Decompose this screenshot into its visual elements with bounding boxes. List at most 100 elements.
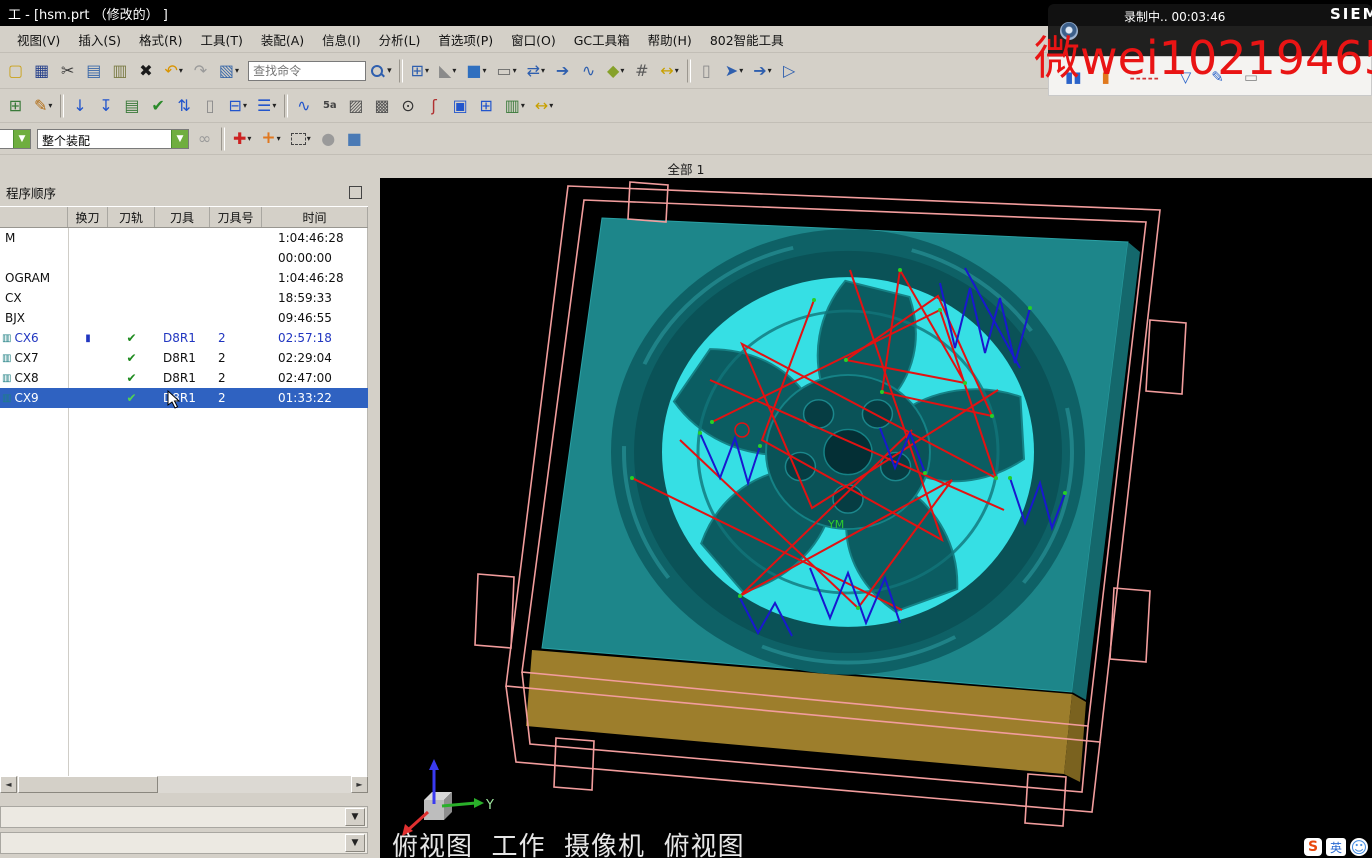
analysis-icon[interactable]: ▥ ▾ [501,93,529,119]
collapsed-panel-2[interactable]: ▼ [0,832,368,854]
verify-toolpath-icon[interactable]: ✔ [147,93,171,119]
scroll-right-icon[interactable]: ► [351,776,368,793]
measure-icon[interactable]: ↔ ▾ [656,58,682,84]
menu-item[interactable]: 分析(L) [370,27,430,52]
shaded-view-icon[interactable]: ■ ▾ [462,58,490,84]
orient-view-icon[interactable]: ⇄ ▾ [523,58,549,84]
menu-item[interactable]: 格式(R) [130,27,191,52]
operation-navigator-icon[interactable]: ⊞ [4,93,28,119]
search-input[interactable] [248,60,367,81]
datum-plane-icon[interactable]: ◣ ▾ [435,58,460,84]
circle-center-icon[interactable]: ⊙ [397,93,421,119]
menu-item[interactable]: 工具(T) [191,27,251,52]
point-add-icon[interactable]: ✚ ▾ [229,126,255,152]
copy-display-icon[interactable]: ▧ ▾ [215,58,243,84]
sogou-icon[interactable]: S [1304,838,1322,856]
generate-toolpath-icon[interactable]: ↓ [68,93,92,119]
menu-item[interactable]: 装配(A) [252,27,313,52]
menu-item[interactable]: 802智能工具 [701,27,793,52]
menu-item[interactable]: 窗口(O) [502,27,565,52]
replay-toolpath-icon[interactable]: ↧ [94,93,118,119]
shop-doc-icon[interactable]: ▯ [199,93,223,119]
cut-icon[interactable]: ✂ [56,58,80,84]
graphics-viewport[interactable]: YM Y 俯视图 工作 摄像机 俯视图 S 英 ☺ [380,178,1372,858]
spline-icon[interactable]: ʃ [423,93,447,119]
program-row-cx6[interactable]: ▥ CX6 ▮ ✔ D8R1 2 02:57:18 [0,328,368,348]
undo-icon[interactable]: ↶ ▾ [161,58,187,84]
hatch-open-icon[interactable]: ▨ [344,93,368,119]
curve-tool-icon[interactable]: ∿ [577,58,601,84]
toolbar-selection: ▼ 整个装配 ▼ ∞ ✚ ▾ + ▾ ▾ ● ■ [0,123,1372,155]
export-view-icon[interactable]: ▷ [778,58,802,84]
program-row-ogram[interactable]: OGRAM 1:04:46:28 [0,268,368,288]
post-process-icon[interactable]: ⇅ [173,93,197,119]
copy-icon[interactable]: ▤ [82,58,106,84]
ime-bar[interactable]: S 英 ☺ [1304,838,1368,857]
frame-icon[interactable]: ▣ [449,93,473,119]
scroll-left-icon[interactable]: ◄ [0,776,17,793]
scrollbar-thumb[interactable] [18,776,158,793]
save-icon[interactable]: ▦ [30,58,54,84]
column-header[interactable]: 换刀 [68,207,108,227]
panel-maximize-icon[interactable] [349,185,362,199]
redo-icon[interactable]: ↷ [189,58,213,84]
snap-point-icon[interactable]: ◆ ▾ [603,58,628,84]
pan-view-icon[interactable]: ➔ [551,58,575,84]
scale-grid-icon[interactable]: ⊞ [475,93,499,119]
program-row-cx[interactable]: CX 18:59:33 [0,288,368,308]
hatch-closed-icon[interactable]: ▩ [370,93,394,119]
menu-item[interactable]: GC工具箱 [565,27,639,52]
cube-icon[interactable]: ■ [343,126,367,152]
column-header[interactable]: 刀具 [155,207,210,227]
menu-item[interactable]: 视图(V) [8,27,69,52]
text-5a-icon[interactable]: 5a [318,93,342,119]
sphere-icon[interactable]: ● [317,126,341,152]
menu-item[interactable]: 插入(S) [69,27,130,52]
sheet-icon[interactable]: ▯ [695,58,719,84]
assembly-scope-combo[interactable]: 整个装配 ▼ [37,128,189,149]
offset-point-icon[interactable]: + ▾ [257,126,284,152]
menu-item[interactable]: 首选项(P) [429,27,502,52]
search-icon[interactable] [369,63,385,79]
arrow-right-icon[interactable]: ➔ ▾ [749,58,775,84]
output-cl-icon[interactable]: ⊟ ▾ [225,93,251,119]
horizontal-scrollbar[interactable]: ◄ ► [0,776,368,793]
type-filter-combo[interactable]: ▼ [0,128,31,149]
ime-smiley-icon[interactable]: ☺ [1350,838,1368,857]
program-row-unused[interactable]: 00:00:00 [0,248,368,268]
display-mode-icon[interactable]: ▭ ▾ [492,58,520,84]
column-header[interactable]: 刀具号 [210,207,262,227]
column-header[interactable] [0,207,68,227]
column-header[interactable]: 时间 [262,207,368,227]
edit-object-icon[interactable]: ✎ ▾ [30,93,56,119]
grid-cross-icon[interactable]: # [630,58,654,84]
new-file-icon[interactable]: ▢ [4,58,28,84]
batch-list-icon[interactable]: ☰ ▾ [253,93,280,119]
combo-arrow-icon[interactable]: ▼ [171,129,188,148]
ime-lang-toggle[interactable]: 英 [1326,838,1346,856]
collapsed-panel-1[interactable]: ▼ [0,806,368,828]
menu-item[interactable]: 帮助(H) [639,27,701,52]
window-layout-icon[interactable]: ⊞ ▾ [407,58,433,84]
delete-icon[interactable]: ✖ [135,58,159,84]
list-toolpath-icon[interactable]: ▤ [120,93,144,119]
column-header[interactable]: 刀轨 [108,207,155,227]
expand-arrow-icon[interactable]: ▼ [345,808,365,826]
expand-arrow-icon[interactable]: ▼ [345,834,365,852]
selection-box-icon[interactable]: ▾ [287,126,315,152]
program-row-cx8[interactable]: ▥ CX8 ✔ D8R1 2 02:47:00 [0,368,368,388]
program-row-bjx[interactable]: BJX 09:46:55 [0,308,368,328]
view-triad: Y [402,759,494,836]
program-row-m[interactable]: M 1:04:46:28 [0,228,368,248]
program-table: M 1:04:46:28 00:00:00 OGRAM 1:04:46:28 C… [0,228,368,408]
ruler-icon[interactable]: ↔ ▾ [531,93,557,119]
paste-icon[interactable]: ▥ [108,58,132,84]
combo-arrow-icon[interactable]: ▼ [13,129,30,148]
program-row-cx7[interactable]: ▥ CX7 ✔ D8R1 2 02:29:04 [0,348,368,368]
search-dropdown-icon[interactable]: ▾ [387,66,392,76]
panel-title-bar: 程序顺序 [0,178,368,206]
zigzag-curve-icon[interactable]: ∿ [292,93,316,119]
wcs-link-icon[interactable]: ∞ [193,126,217,152]
menu-item[interactable]: 信息(I) [313,27,369,52]
start-flag-icon[interactable]: ➤ ▾ [721,58,747,84]
